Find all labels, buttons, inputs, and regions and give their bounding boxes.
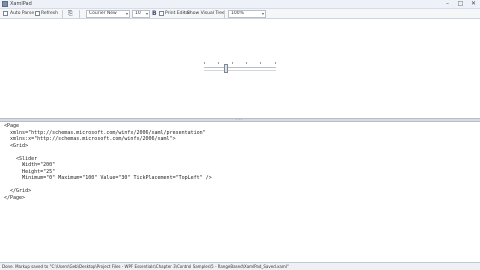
slider-tick (275, 62, 276, 64)
xamlpad-window: XamlPad – □ ✕ Auto Parse Refresh ⎘ Couri… (0, 0, 480, 270)
font-family-value: Courier New (89, 11, 117, 16)
auto-parse-label: Auto Parse (10, 11, 35, 16)
splitter-grip-icon: · · · (236, 117, 243, 122)
copy-icon[interactable]: ⎘ (68, 10, 73, 18)
font-size-value: 10 (135, 11, 141, 16)
code-line: </Page> (4, 194, 26, 201)
chevron-down-icon: ▾ (261, 11, 264, 16)
refresh-icon[interactable] (35, 11, 40, 16)
slider-tick (260, 62, 261, 64)
print-icon[interactable] (159, 11, 164, 16)
separator-dash: - (183, 11, 185, 16)
slider-tick (218, 62, 219, 64)
close-button[interactable]: ✕ (469, 1, 478, 7)
minimize-button[interactable]: – (443, 1, 452, 7)
status-text: Done. Markup saved to "C:\Users\Geb\Desk… (2, 264, 289, 269)
bold-icon[interactable]: B (152, 10, 157, 18)
slider-tick (232, 62, 233, 64)
font-family-select[interactable]: Courier New ▾ (86, 10, 130, 18)
auto-parse-checkbox[interactable] (3, 11, 8, 16)
zoom-select[interactable]: 100% ▾ (228, 10, 266, 18)
status-bar: Done. Markup saved to "C:\Users\Geb\Desk… (0, 262, 480, 270)
font-size-select[interactable]: 10 ▾ (132, 10, 150, 18)
refresh-button[interactable]: Refresh (41, 10, 58, 18)
maximize-button[interactable]: □ (456, 1, 465, 7)
xaml-editor[interactable]: <Page xmlns="http://schemas.microsoft.co… (0, 122, 480, 262)
chevron-down-icon: ▾ (145, 11, 148, 16)
toolbar-separator (224, 10, 225, 18)
show-visual-tree-button[interactable]: Show Visual Tree (187, 10, 225, 18)
chevron-down-icon: ▾ (125, 11, 128, 16)
toolbar-separator (62, 10, 63, 18)
slider-track-shadow (204, 70, 276, 71)
toolbar-separator (79, 10, 80, 18)
slider-tick (246, 62, 247, 64)
slider-tick (204, 62, 205, 64)
slider-track[interactable] (204, 67, 276, 68)
app-icon (2, 1, 8, 7)
toolbar: Auto Parse Refresh ⎘ Courier New ▾ 10 ▾ … (0, 9, 480, 19)
window-title: XamlPad (10, 1, 32, 7)
title-bar[interactable]: XamlPad – □ ✕ (0, 0, 480, 9)
preview-pane (0, 20, 480, 118)
slider-thumb[interactable] (224, 64, 229, 73)
zoom-value: 100% (231, 11, 244, 16)
